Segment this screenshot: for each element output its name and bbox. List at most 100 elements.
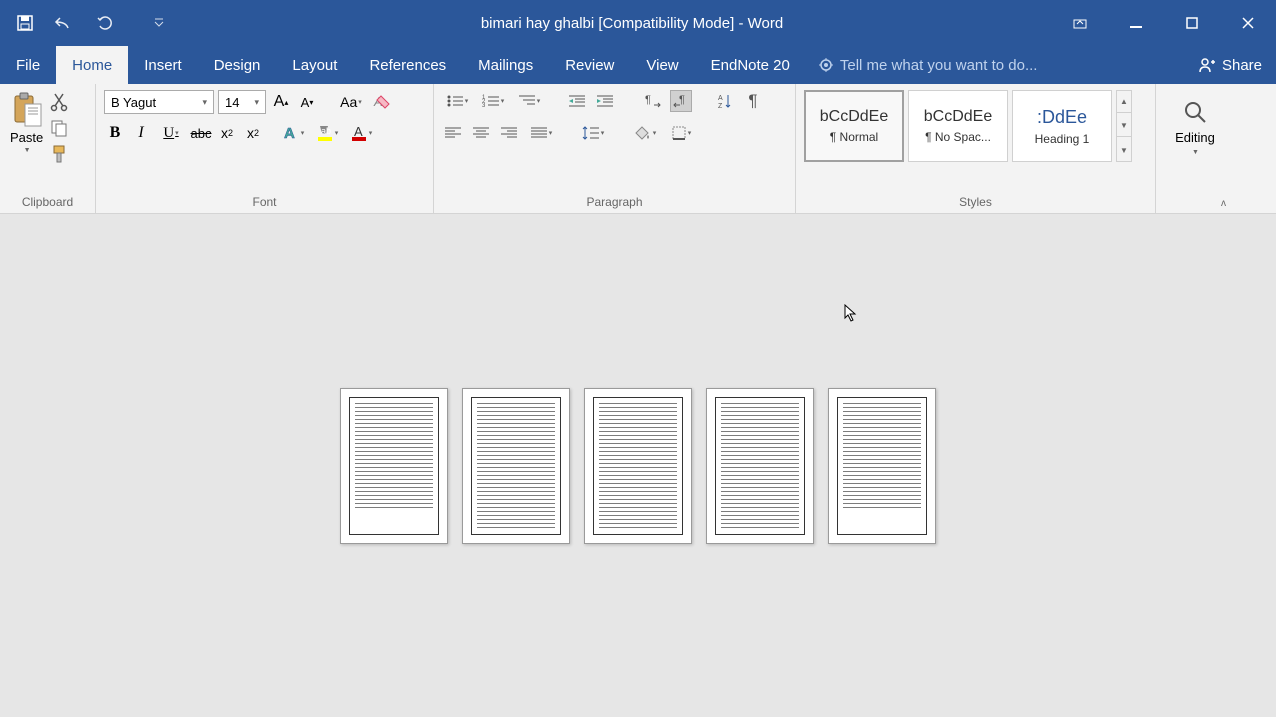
cursor-icon [844, 304, 858, 322]
paste-button[interactable]: Paste ▼ [8, 90, 45, 164]
styles-scrollbar: ▲ ▼ ▼ [1116, 90, 1132, 162]
tab-design[interactable]: Design [198, 46, 277, 84]
tab-mailings[interactable]: Mailings [462, 46, 549, 84]
font-group-label: Font [104, 195, 425, 211]
quick-access-customize-icon[interactable] [154, 18, 164, 28]
strikethrough-button[interactable]: abc [190, 122, 212, 144]
clipboard-group-label: Clipboard [8, 195, 87, 211]
justify-button[interactable]: ▾ [526, 122, 556, 144]
align-right-button[interactable] [498, 122, 520, 144]
styles-expand-icon[interactable]: ▼ [1117, 139, 1131, 161]
font-name-value: B Yagut [111, 95, 156, 110]
style-no-spacing[interactable]: bCcDdEe ¶ No Spac... [908, 90, 1008, 162]
group-paragraph: ▾ 123▾ ▾ ¶ ¶ AZ ¶ ▾ ▾ ▾ [434, 84, 796, 213]
sort-button[interactable]: AZ [714, 90, 736, 112]
find-icon[interactable] [1181, 98, 1209, 126]
ribbon-display-icon[interactable] [1072, 15, 1088, 31]
styles-scroll-up-icon[interactable]: ▲ [1117, 91, 1131, 113]
chevron-down-icon: ▼ [24, 147, 31, 154]
svg-text:A: A [284, 125, 295, 142]
redo-icon[interactable] [96, 14, 114, 32]
style-heading-1[interactable]: :DdEe Heading 1 [1012, 90, 1112, 162]
tab-endnote[interactable]: EndNote 20 [695, 46, 806, 84]
style-normal[interactable]: bCcDdEe ¶ Normal [804, 90, 904, 162]
tab-view[interactable]: View [630, 46, 694, 84]
window-controls [1072, 15, 1256, 31]
clear-formatting-icon[interactable]: A [370, 91, 392, 113]
style-nospac-name: ¶ No Spac... [925, 130, 991, 144]
numbering-button[interactable]: 123▾ [478, 90, 508, 112]
document-area[interactable] [0, 214, 1276, 717]
show-hide-button[interactable]: ¶ [742, 90, 764, 112]
font-size-select[interactable]: 14 ▾ [218, 90, 266, 114]
align-center-button[interactable] [470, 122, 492, 144]
tab-file[interactable]: File [0, 46, 56, 84]
font-name-select[interactable]: B Yagut ▾ [104, 90, 214, 114]
editing-label: Editing [1175, 130, 1215, 145]
page-thumbnail-2[interactable] [462, 388, 570, 544]
tell-me-search[interactable]: Tell me what you want to do... [806, 46, 1184, 84]
italic-button[interactable]: I [130, 122, 152, 144]
ltr-direction-button[interactable]: ¶ [642, 90, 664, 112]
style-normal-preview: bCcDdEe [820, 108, 888, 126]
subscript-button[interactable]: x2 [216, 122, 238, 144]
save-icon[interactable] [16, 14, 34, 32]
style-nospac-preview: bCcDdEe [924, 108, 992, 126]
close-icon[interactable] [1240, 15, 1256, 31]
style-heading1-preview: :DdEe [1037, 107, 1087, 128]
bullets-button[interactable]: ▾ [442, 90, 472, 112]
window-title: bimari hay ghalbi [Compatibility Mode] -… [192, 15, 1072, 32]
svg-text:Z: Z [718, 103, 723, 109]
paragraph-group-label: Paragraph [442, 195, 787, 211]
ribbon: Paste ▼ Clipboard B Yagut [0, 84, 1276, 214]
grow-font-icon[interactable]: A▴ [270, 91, 292, 113]
decrease-indent-button[interactable] [566, 90, 588, 112]
maximize-icon[interactable] [1184, 15, 1200, 31]
chevron-down-icon: ▾ [254, 97, 259, 108]
tab-references[interactable]: References [353, 46, 462, 84]
text-effects-button[interactable]: A▾ [278, 122, 308, 144]
multilevel-list-button[interactable]: ▾ [514, 90, 544, 112]
borders-button[interactable]: ▾ [666, 122, 696, 144]
tab-review[interactable]: Review [549, 46, 630, 84]
ribbon-tabs: File Home Insert Design Layout Reference… [0, 46, 1276, 84]
collapse-ribbon-icon[interactable]: ʌ [1221, 198, 1226, 209]
cut-icon[interactable] [49, 92, 69, 112]
svg-text:¶: ¶ [645, 94, 651, 106]
styles-scroll-down-icon[interactable]: ▼ [1117, 115, 1131, 137]
shading-button[interactable]: ▾ [630, 122, 660, 144]
undo-icon[interactable] [54, 14, 72, 32]
tab-layout[interactable]: Layout [276, 46, 353, 84]
page-thumbnail-4[interactable] [706, 388, 814, 544]
group-clipboard: Paste ▼ Clipboard [0, 84, 96, 213]
shrink-font-icon[interactable]: A▾ [296, 91, 318, 113]
page-thumbnail-1[interactable] [340, 388, 448, 544]
font-color-button[interactable]: A▾ [346, 122, 376, 144]
group-editing: Editing ▼ ʌ [1156, 84, 1234, 213]
change-case-button[interactable]: Aa▾ [336, 91, 366, 113]
align-left-button[interactable] [442, 122, 464, 144]
style-heading1-name: Heading 1 [1035, 132, 1090, 146]
tab-home[interactable]: Home [56, 46, 128, 84]
superscript-button[interactable]: x2 [242, 122, 264, 144]
svg-text:¶: ¶ [679, 94, 685, 106]
line-spacing-button[interactable]: ▾ [578, 122, 608, 144]
tab-insert[interactable]: Insert [128, 46, 198, 84]
underline-button[interactable]: U▾ [156, 122, 186, 144]
paste-icon [11, 92, 43, 128]
share-label: Share [1222, 57, 1262, 74]
svg-text:A: A [354, 124, 363, 139]
minimize-icon[interactable] [1128, 15, 1144, 31]
page-thumbnail-3[interactable] [584, 388, 692, 544]
copy-icon[interactable] [49, 118, 69, 138]
share-button[interactable]: Share [1184, 46, 1276, 84]
highlight-button[interactable]: ab▾ [312, 122, 342, 144]
page-thumbnail-5[interactable] [828, 388, 936, 544]
bold-button[interactable]: B [104, 122, 126, 144]
svg-text:3: 3 [482, 103, 486, 108]
rtl-direction-button[interactable]: ¶ [670, 90, 692, 112]
increase-indent-button[interactable] [594, 90, 616, 112]
tell-me-placeholder: Tell me what you want to do... [840, 57, 1038, 74]
format-painter-icon[interactable] [49, 144, 69, 164]
group-styles: bCcDdEe ¶ Normal bCcDdEe ¶ No Spac... :D… [796, 84, 1156, 213]
